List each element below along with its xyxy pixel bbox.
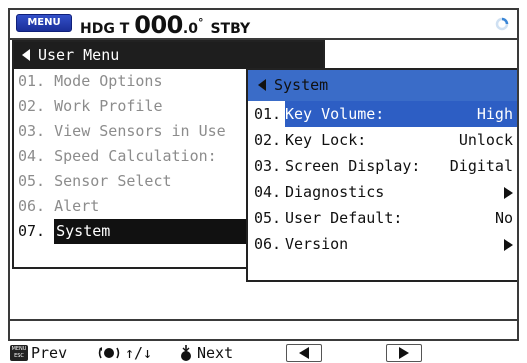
submenu-item-screen-display[interactable]: 03. Screen Display: Digital (248, 153, 517, 179)
page-right-button[interactable] (386, 344, 422, 362)
submenu-item-user-default[interactable]: 05. User Default: No (248, 205, 517, 231)
menu-item-label: Sensor Select (54, 172, 172, 190)
submenu-item-diagnostics[interactable]: 04. Diagnostics (248, 179, 517, 205)
busy-ring-icon (495, 17, 509, 31)
submenu-item-number: 04. (254, 183, 282, 201)
chevron-right-icon (504, 187, 513, 199)
heading-decimal: .0 (182, 21, 198, 37)
submenu-item-number: 06. (254, 235, 282, 253)
scroll-guide[interactable]: ↑/↓ (96, 344, 152, 362)
menu-item-number: 07. (18, 222, 46, 240)
display-frame: MENU HDG T 000 .0 ° STBY User Menu 01. M… (0, 0, 527, 363)
menu-esc-key-icon: MENU ESC (10, 345, 28, 361)
menu-item-number: 06. (18, 197, 46, 215)
submenu-item-number: 02. (254, 131, 282, 149)
heading-unit: ° (197, 16, 204, 29)
menu-item-label: System (54, 219, 251, 244)
submenu-item-label: Key Volume: (285, 105, 385, 123)
submenu-item-label: User Default: (285, 209, 403, 227)
menu-item-number: 01. (18, 72, 46, 90)
next-guide[interactable]: Next (178, 344, 233, 362)
menu-item-label: Work Profile (54, 97, 163, 115)
push-knob-icon (181, 345, 191, 361)
submenu-item-key-volume[interactable]: 01. Key Volume: High (248, 101, 517, 127)
user-menu-title[interactable]: User Menu (14, 42, 323, 69)
submenu-item-value: No (494, 209, 513, 227)
prev-label: Prev (31, 344, 68, 362)
display-screen: MENU HDG T 000 .0 ° STBY User Menu 01. M… (8, 8, 519, 341)
heading-label: HDG T (80, 21, 130, 37)
next-label: Next (197, 344, 234, 362)
system-submenu-title-label: System (274, 76, 329, 94)
footer-divider (10, 319, 517, 321)
system-submenu-title[interactable]: System (248, 70, 517, 101)
menu-item-number: 02. (18, 97, 46, 115)
scroll-label: ↑/↓ (125, 344, 153, 362)
menu-button[interactable]: MENU (16, 14, 72, 32)
submenu-item-number: 03. (254, 157, 282, 175)
menu-item-label: Alert (54, 197, 100, 215)
system-submenu: System 01. Key Volume: High 02. Key Lock: … (246, 68, 517, 282)
mode-indicator: STBY (210, 21, 251, 37)
submenu-item-label: Diagnostics (285, 183, 385, 201)
prev-guide[interactable]: MENU ESC Prev (10, 344, 67, 362)
page-left-button[interactable] (286, 344, 322, 362)
rotary-knob-icon (98, 347, 120, 359)
submenu-item-value: High (476, 105, 513, 123)
submenu-item-value: Unlock (458, 131, 513, 149)
user-menu-title-label: User Menu (38, 46, 120, 64)
submenu-item-label: Version (285, 235, 349, 253)
status-bar: MENU HDG T 000 .0 ° STBY (10, 10, 517, 40)
page-right-icon (386, 344, 422, 362)
chevron-right-icon (504, 239, 513, 251)
menu-item-label: View Sensors in Use (54, 122, 226, 140)
heading-value: 000 (134, 11, 183, 39)
submenu-item-number: 05. (254, 209, 282, 227)
back-arrow-icon (258, 79, 266, 91)
menu-item-number: 04. (18, 147, 46, 165)
submenu-item-key-lock[interactable]: 02. Key Lock: Unlock (248, 127, 517, 153)
softkey-guide: MENU ESC Prev ↑/↓ Next (10, 341, 517, 363)
menu-item-number: 05. (18, 172, 46, 190)
submenu-item-label: Screen Display: (285, 157, 421, 175)
submenu-item-version[interactable]: 06. Version (248, 231, 517, 257)
page-left-icon (286, 344, 322, 362)
heading-readout: HDG T 000 .0 ° STBY (80, 11, 251, 39)
menu-item-label: Mode Options (54, 72, 163, 90)
submenu-item-number: 01. (254, 105, 282, 123)
menu-item-number: 03. (18, 122, 46, 140)
submenu-item-value: Digital (449, 157, 513, 175)
menu-item-label: Speed Calculation: (54, 147, 217, 165)
submenu-item-label: Key Lock: (285, 131, 367, 149)
back-arrow-icon (22, 49, 30, 61)
